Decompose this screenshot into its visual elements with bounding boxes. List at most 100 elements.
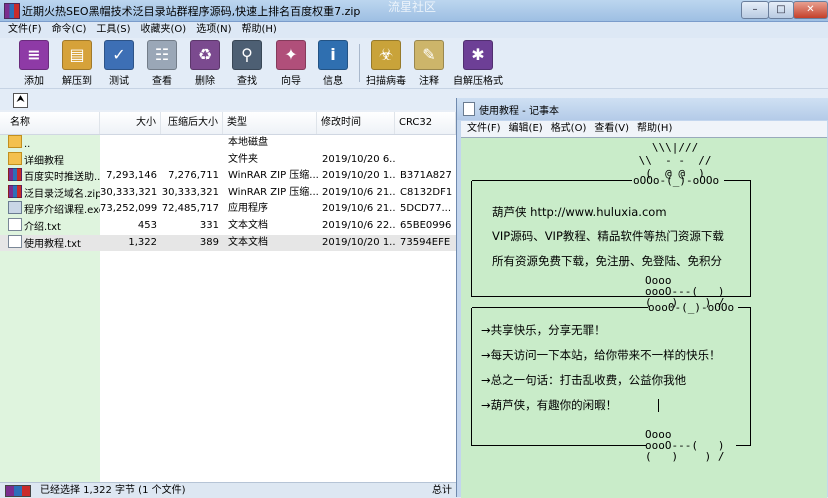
cell-modified: 2019/10/6 22...: [322, 220, 396, 231]
view-label: 查看: [152, 76, 172, 87]
sfx-icon: ✱: [463, 40, 493, 70]
delete-icon: ♻: [190, 40, 220, 70]
cell-modified: 2019/10/20 1...: [322, 170, 396, 182]
menu-favorites[interactable]: 收藏夹(O): [136, 22, 192, 38]
np-menu-format[interactable]: 格式(O): [547, 121, 591, 137]
comment-label: 注释: [419, 76, 439, 87]
cell-type: WinRAR ZIP 压缩...: [228, 186, 318, 198]
folder-icon: [8, 135, 22, 148]
wizard-icon: ✦: [276, 40, 306, 70]
table-row[interactable]: 泛目录泛域名.zip 30,333,321 30,333,321 WinRAR ZIP…: [0, 184, 456, 201]
menu-options[interactable]: 选项(N): [191, 22, 236, 38]
find-binoculars-icon: ⚲: [232, 40, 262, 70]
col-header-modified[interactable]: 修改时间: [317, 112, 395, 134]
add-archive-icon: ≡: [19, 40, 49, 70]
selection-status: 已经选择 1,322 字节 (1 个文件): [40, 485, 186, 496]
up-one-level-button[interactable]: ⮝: [13, 93, 28, 108]
test-archive-icon: ✓: [104, 40, 134, 70]
cell-crc32: C8132DF1: [400, 186, 452, 198]
file-list[interactable]: 名称 大小 压缩后大小 类型 修改时间 CRC32 .. 本地磁盘 详细教程 文件夹 2…: [0, 112, 456, 482]
toolbar-separator: [359, 44, 360, 82]
col-header-crc32[interactable]: CRC32: [395, 112, 456, 134]
winrar-app-icon[interactable]: [4, 3, 20, 19]
np-menu-help[interactable]: 帮助(H): [633, 121, 676, 137]
table-row[interactable]: 使用教程.txt 1,322 389 文本文档 2019/10/20 1... 73594…: [0, 234, 456, 251]
menu-bar: 文件(F) 命令(C) 工具(S) 收藏夹(O) 选项(N) 帮助(H): [0, 22, 828, 38]
maximize-button[interactable]: □: [768, 1, 794, 19]
cell-packed-size: 7,276,711: [168, 170, 219, 182]
find-button[interactable]: ⚲ 查找: [226, 40, 268, 87]
col-header-packed[interactable]: 压缩后大小: [161, 112, 223, 134]
np-menu-file[interactable]: 文件(F): [461, 121, 505, 137]
delete-button[interactable]: ♻ 删除: [184, 40, 226, 87]
comment-icon: ✎: [414, 40, 444, 70]
table-row[interactable]: .. 本地磁盘: [0, 135, 456, 151]
sfx-button[interactable]: ✱ 自解压格式: [452, 40, 504, 87]
col-header-name[interactable]: 名称: [0, 112, 100, 134]
toolbar: ≡ 添加 ▤ 解压到 ✓ 测试 ☷ 查看 ♻ 删除 ⚲ 查找 ✦ 向导 i 信息 ☣ 扫描病毒 ✎…: [0, 38, 828, 89]
file-name: 泛目录泛域名.zip: [24, 188, 100, 200]
cell-modified: 2019/10/6 21...: [322, 203, 396, 215]
cell-crc32: [400, 152, 452, 168]
info-button[interactable]: i 信息: [312, 40, 354, 87]
table-row[interactable]: 程序介绍课程.exe 73,252,099 72,485,717 应用程序 2019/1…: [0, 201, 456, 217]
virus-scan-icon: ☣: [371, 40, 401, 70]
cell-modified: 2019/10/20 6...: [322, 153, 396, 165]
cell-crc32: B371A827: [400, 170, 452, 182]
menu-file[interactable]: 文件(F): [0, 22, 47, 38]
notepad-menu-bar: 文件(F) 编辑(E) 格式(O) 查看(V) 帮助(H): [461, 121, 827, 137]
title-bar[interactable]: 近期火热SEO黑帽技术泛目录站群程序源码,快速上排名百度权重7.zip 流星社区…: [0, 0, 828, 22]
table-row[interactable]: 百度实时推送助... 7,293,146 7,276,711 WinRAR ZIP 压…: [0, 168, 456, 184]
cell-packed-size: 30,333,321: [161, 186, 219, 198]
watermark-text: 流星社区: [388, 0, 437, 14]
menu-tools[interactable]: 工具(S): [91, 22, 135, 38]
view-book-icon: ☷: [147, 40, 177, 70]
cell-size: 73,252,099: [100, 203, 157, 215]
cell-size: [100, 152, 157, 168]
file-name: 介绍.txt: [24, 222, 61, 233]
vip-line: VIP源码、VIP教程、精品软件等热门资源下载: [492, 229, 724, 243]
table-row[interactable]: 介绍.txt 453 331 文本文档 2019/10/6 22... 65BE0996: [0, 218, 456, 234]
np-menu-edit[interactable]: 编辑(E): [505, 121, 547, 137]
cell-modified: 2019/10/6 21...: [322, 186, 396, 198]
wizard-button[interactable]: ✦ 向导: [270, 40, 312, 87]
close-button[interactable]: ✕: [793, 1, 828, 19]
cell-name: 详细教程: [8, 151, 100, 168]
minimize-button[interactable]: –: [741, 1, 769, 19]
notepad-window: 使用教程 - 记事本 文件(F) 编辑(E) 格式(O) 查看(V) 帮助(H) \\\…: [456, 98, 828, 498]
notepad-text-area[interactable]: \\\|/// \\ - - // ( @ @ ) oOOo-(_)-oOOo …: [461, 137, 827, 498]
cell-packed-size: [161, 135, 219, 151]
notepad-app-icon[interactable]: [463, 102, 475, 116]
cell-type: WinRAR ZIP 压缩...: [228, 170, 318, 182]
np-menu-view[interactable]: 查看(V): [590, 121, 633, 137]
extract-to-button[interactable]: ▤ 解压到: [56, 40, 98, 87]
file-name: 详细教程: [24, 155, 64, 167]
view-button[interactable]: ☷ 查看: [141, 40, 183, 87]
slogan-line-4: →葫芦侠，有趣你的闲暇！: [481, 398, 618, 412]
info-label: 信息: [323, 76, 343, 87]
box1-top-art: oOOo-(_)-oOOo: [633, 174, 720, 187]
cell-name: 程序介绍课程.exe: [8, 201, 100, 217]
virus-scan-button[interactable]: ☣ 扫描病毒: [364, 40, 408, 87]
cell-type: 应用程序: [228, 203, 268, 215]
col-header-type[interactable]: 类型: [223, 112, 317, 134]
ascii-art-feet: Oooo oooO---( ) ( ) ) /: [645, 428, 725, 463]
menu-commands[interactable]: 命令(C): [47, 22, 92, 38]
cell-modified: [322, 135, 396, 151]
comment-button[interactable]: ✎ 注释: [408, 40, 450, 87]
cell-size: 453: [137, 220, 157, 231]
folder-icon: [8, 151, 22, 165]
notepad-title-bar[interactable]: 使用教程 - 记事本: [457, 98, 828, 120]
cell-crc32: [400, 135, 452, 151]
cell-name: 使用教程.txt: [8, 234, 100, 251]
cell-packed-size: 389: [199, 236, 219, 248]
executable-icon: [8, 201, 22, 215]
col-header-size[interactable]: 大小: [100, 112, 161, 134]
test-button[interactable]: ✓ 测试: [98, 40, 140, 87]
add-button[interactable]: ≡ 添加: [13, 40, 55, 87]
menu-help[interactable]: 帮助(H): [237, 22, 282, 38]
table-row[interactable]: 详细教程 文件夹 2019/10/20 6...: [0, 151, 456, 168]
cell-crc32: 65BE0996: [400, 220, 452, 231]
cell-packed-size: 72,485,717: [161, 203, 219, 215]
zip-archive-icon: [8, 184, 22, 198]
